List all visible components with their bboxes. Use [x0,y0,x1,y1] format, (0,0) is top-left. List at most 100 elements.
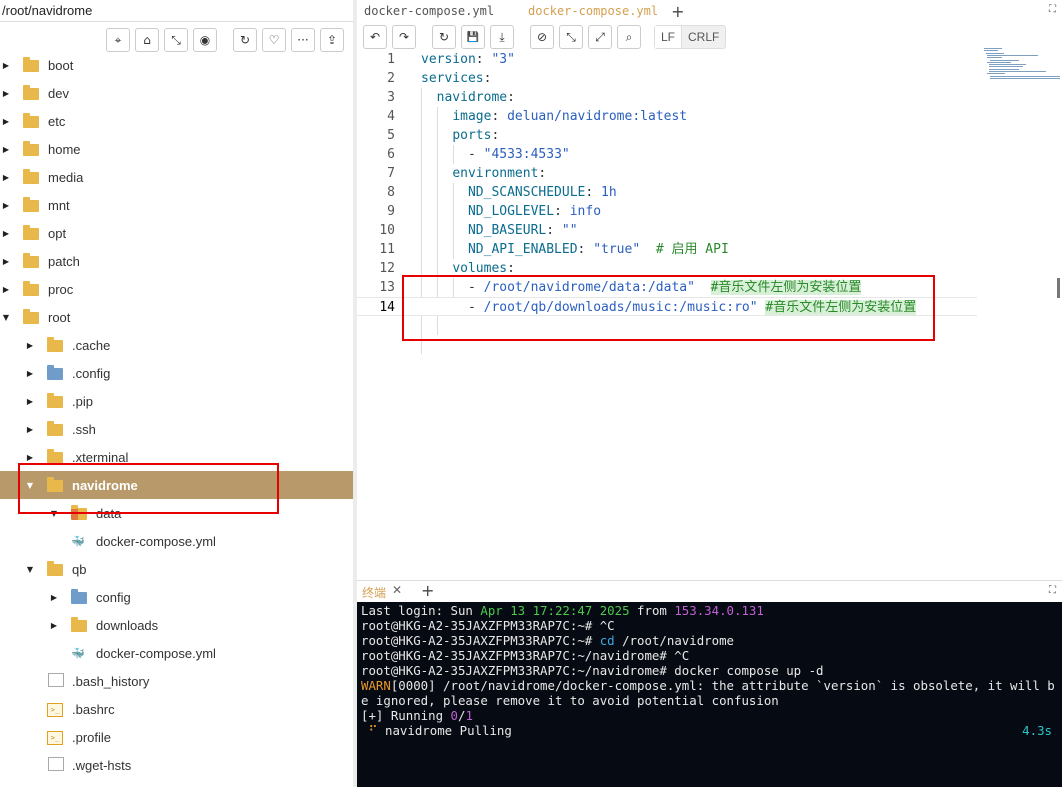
code-line[interactable]: 5 ports: [357,126,977,145]
add-tab-icon[interactable]: + [665,2,690,21]
tree-item[interactable]: >_ .profile [0,723,353,751]
editor-tab[interactable]: docker-compose.yml [521,0,665,22]
tree-item[interactable]: ▶ mnt [0,191,353,219]
caret-right-icon[interactable]: ▶ [1,228,11,238]
line-ending-crlf[interactable]: CRLF [682,26,725,48]
code-token: services [421,71,484,86]
add-terminal-icon[interactable]: + [421,581,434,600]
tree-item[interactable]: ▶ .cache [0,331,353,359]
code-line[interactable]: 2 services: [357,69,977,88]
terminal-output[interactable]: Last login: Sun Apr 13 17:22:47 2025 fro… [357,602,1062,787]
code-line[interactable]: 9 ND_LOGLEVEL: info [357,202,977,221]
tree-item-label: mnt [48,197,70,213]
collapse-button[interactable]: ⤡ [164,28,188,52]
code-line[interactable]: 3 navidrome: [357,88,977,107]
undo-icon: ↶ [369,30,381,44]
code-line[interactable]: 10 ND_BASEURL: "" [357,221,977,240]
code-area[interactable]: 1 version: "3" 2 services: 3 navidrome: 4 ima… [357,50,977,316]
tree-item[interactable]: ▶ .xterminal [0,443,353,471]
code-line[interactable]: 8 ND_SCANSCHEDULE: 1h [357,183,977,202]
more-button[interactable]: ··· [291,28,315,52]
tree-item[interactable]: 🐳 docker-compose.yml [0,527,353,555]
caret-right-icon[interactable]: ▶ [25,396,35,406]
maximize-icon[interactable]: ⛶ [1049,4,1056,15]
caret-right-icon[interactable]: ▶ [1,256,11,266]
scrollbar-marker[interactable] [1057,278,1060,298]
caret-right-icon[interactable]: ▶ [25,340,35,350]
tree-item[interactable]: ▶ boot [0,51,353,79]
caret-right-icon[interactable]: ▶ [49,620,59,630]
code-line[interactable]: 13 - /root/navidrome/data:/data" #音乐文件左侧… [357,278,977,297]
caret-down-icon[interactable]: ▼ [1,312,11,322]
search-button[interactable]: ⌕ [617,25,641,49]
tree-item[interactable]: .wget-hsts [0,751,353,779]
tree-item[interactable]: ▶ downloads [0,611,353,639]
caret-down-icon[interactable]: ▼ [25,564,35,574]
tree-item[interactable]: ▼ navidrome [0,471,353,499]
reload-button[interactable]: ↻ [432,25,456,49]
line-number: 6 [387,147,395,162]
code-line[interactable]: 12 volumes: [357,259,977,278]
close-icon[interactable]: ✕ [392,583,402,597]
tree-item[interactable]: ▶ media [0,163,353,191]
caret-right-icon[interactable]: ▶ [1,144,11,154]
caret-right-icon[interactable]: ▶ [25,452,35,462]
collapse-button[interactable]: ⤡ [559,25,583,49]
caret-right-icon[interactable]: ▶ [1,172,11,182]
caret-right-icon[interactable]: ▶ [1,116,11,126]
caret-right-icon[interactable]: ▶ [25,424,35,434]
locate-button[interactable]: ⌖ [106,28,130,52]
code-line[interactable]: 1 version: "3" [357,50,977,69]
expand-button[interactable]: ⤢ [588,25,612,49]
caret-right-icon[interactable]: ▶ [1,200,11,210]
caret-down-icon[interactable]: ▼ [25,480,35,490]
tree-item[interactable]: ▶ .config [0,359,353,387]
eye-button[interactable]: ◉ [193,28,217,52]
code-line[interactable]: 14 - /root/qb/downloads/music:/music:ro"… [357,297,977,316]
refresh-button[interactable]: ↻ [233,28,257,52]
caret-right-icon[interactable]: ▶ [1,60,11,70]
tree-item[interactable]: ▶ etc [0,107,353,135]
save-button[interactable]: 💾 [461,25,485,49]
heart-button[interactable]: ♡ [262,28,286,52]
tree-item[interactable]: >_ .bashrc [0,695,353,723]
code-line[interactable]: 4 image: deluan/navidrome:latest [357,107,977,126]
minimap[interactable] [984,48,1061,82]
tree-item[interactable]: ▶ home [0,135,353,163]
code-line[interactable]: 7 environment: [357,164,977,183]
redo-button[interactable]: ↷ [392,25,416,49]
caret-right-icon[interactable]: ▶ [49,592,59,602]
tree-item[interactable]: .bash_history [0,667,353,695]
code-editor: docker-compose.yml docker-compose.yml + ⛶ … [357,0,1062,580]
caret-right-icon[interactable]: ▶ [25,368,35,378]
minimap-line [987,54,1039,56]
tree-item[interactable]: ▶ config [0,583,353,611]
caret-right-icon[interactable]: ▶ [1,284,11,294]
path-input[interactable] [0,0,353,21]
download-button[interactable]: ⤓ [490,25,514,49]
caret-down-icon[interactable]: ▼ [49,508,59,518]
tree-item[interactable]: ▶ proc [0,275,353,303]
tree-item[interactable]: ▶ .ssh [0,415,353,443]
tree-item[interactable]: ▶ .pip [0,387,353,415]
tree-item[interactable]: ▼ qb [0,555,353,583]
home-button[interactable]: ⌂ [135,28,159,52]
code-line[interactable]: 11 ND_API_ENABLED: "true" # 启用 API [357,240,977,259]
line-ending-toggle[interactable]: LF CRLF [654,25,727,49]
tree-item[interactable]: ▶ dev [0,79,353,107]
maximize-icon[interactable]: ⛶ [1049,585,1056,596]
tree-item[interactable]: ▼ root [0,303,353,331]
undo-button[interactable]: ↶ [363,25,387,49]
editor-tab[interactable]: docker-compose.yml [357,0,501,22]
compass-button[interactable]: ⊘ [530,25,554,49]
tree-item[interactable]: 🐳 docker-compose.yml [0,639,353,667]
tree-item[interactable]: ▶ opt [0,219,353,247]
tree-item[interactable]: ▼ data [0,499,353,527]
caret-right-icon[interactable]: ▶ [1,88,11,98]
upload-button[interactable]: ⇪ [320,28,344,52]
tree-item[interactable]: ▶ patch [0,247,353,275]
code-line[interactable]: 6 - "4533:4533" [357,145,977,164]
line-ending-lf[interactable]: LF [655,26,683,48]
terminal-tab[interactable]: 终端 [362,584,386,601]
